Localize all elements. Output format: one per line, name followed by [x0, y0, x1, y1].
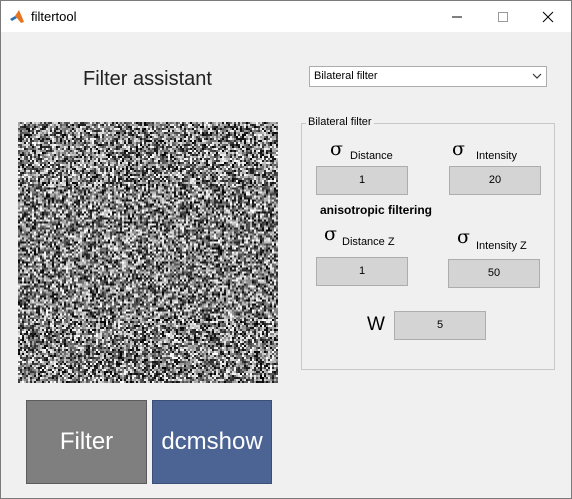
sigma-distance-field[interactable]: 1: [316, 166, 408, 195]
title-bar[interactable]: filtertool: [1, 1, 571, 32]
panel-title: Bilateral filter: [306, 116, 374, 128]
sigma-intensity-z-field[interactable]: 50: [448, 259, 540, 288]
filter-type-selected: Bilateral filter: [314, 70, 378, 82]
sigma-intensity-z-label: Intensity Z: [476, 240, 527, 252]
matlab-icon: [9, 9, 25, 25]
close-icon: [542, 11, 554, 22]
filter-button[interactable]: Filter: [26, 400, 147, 484]
maximize-icon: [498, 11, 508, 22]
anisotropic-filtering-label: anisotropic filtering: [320, 203, 433, 217]
sigma-intensity-label: Intensity: [476, 150, 517, 162]
image-preview: [18, 122, 278, 383]
sigma-intensity-z-symbol: σ: [457, 226, 470, 248]
sigma-distance-z-symbol: σ: [324, 223, 337, 245]
sigma-distance-symbol: σ: [330, 138, 343, 160]
w-field[interactable]: 5: [394, 311, 486, 340]
close-button[interactable]: [525, 1, 571, 32]
sigma-distance-label: Distance: [350, 150, 393, 162]
filtertool-window: filtertool Filter assistant Bilateral fi…: [0, 0, 572, 499]
filter-type-select[interactable]: Bilateral filter: [309, 66, 547, 87]
sigma-distance-z-label: Distance Z: [342, 236, 395, 248]
chevron-down-icon[interactable]: [528, 68, 545, 85]
noise-image: [18, 122, 278, 383]
dcmshow-button[interactable]: dcmshow: [152, 400, 272, 484]
minimize-icon: [452, 16, 462, 17]
w-label: W: [367, 314, 385, 335]
sigma-intensity-field[interactable]: 20: [449, 166, 541, 195]
maximize-button[interactable]: [480, 1, 526, 32]
minimize-button[interactable]: [434, 1, 480, 32]
sigma-intensity-symbol: σ: [452, 138, 465, 160]
window-title: filtertool: [31, 9, 77, 24]
sigma-distance-z-field[interactable]: 1: [316, 257, 408, 286]
page-title: Filter assistant: [83, 68, 212, 90]
